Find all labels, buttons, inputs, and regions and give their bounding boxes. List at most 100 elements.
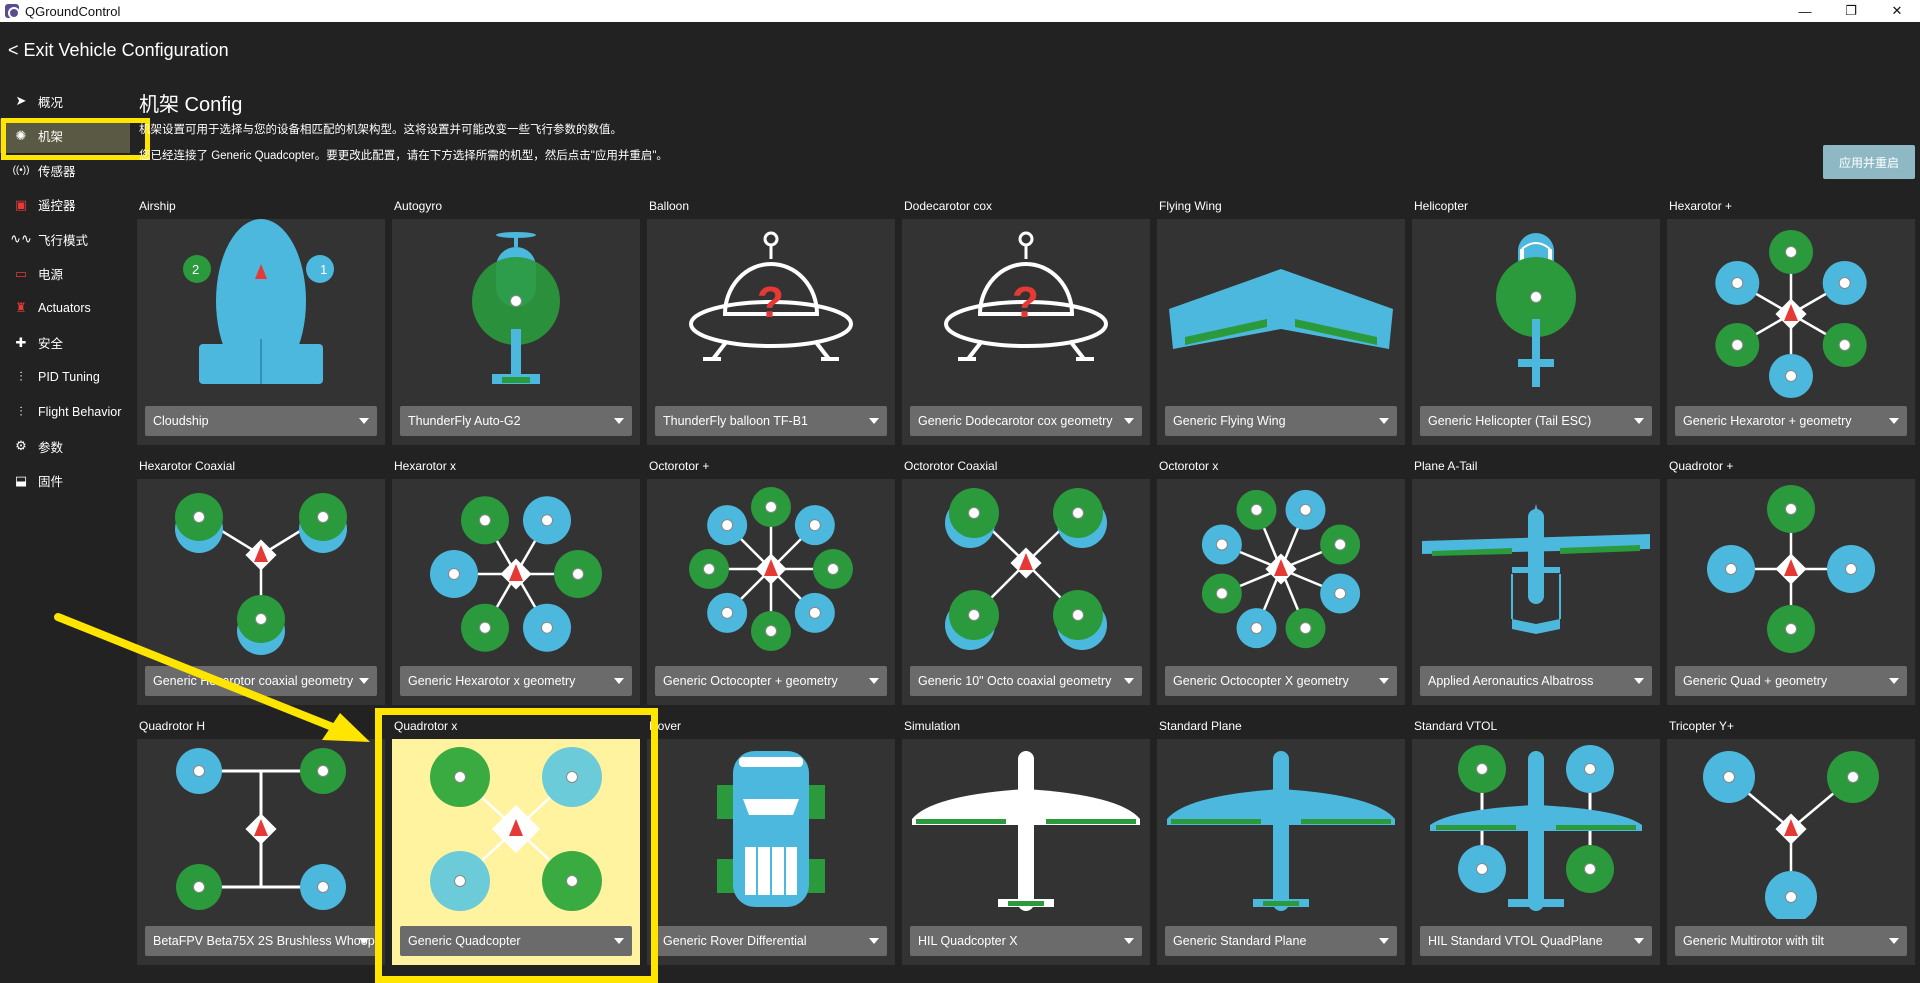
- airframe-type-label: Quadrotor +: [1669, 459, 1734, 473]
- airframe-model-dropdown[interactable]: Generic Quadcopter: [400, 926, 632, 956]
- flight-mode-icon: ∿∿: [10, 231, 32, 247]
- airframe-image-box[interactable]: Generic Quad + geometry: [1667, 479, 1915, 705]
- dropdown-value: Generic Quadcopter: [408, 934, 521, 948]
- airframe-type-label: Helicopter: [1414, 199, 1469, 213]
- airframe-image-box[interactable]: Generic Rover Differential: [647, 739, 895, 965]
- sidebar-item-label: 机架: [38, 130, 64, 145]
- sidebar-item-label: 概况: [38, 95, 64, 110]
- sidebar-item-5[interactable]: ▭ 电源: [0, 257, 130, 292]
- chevron-down-icon: [1634, 678, 1644, 684]
- chevron-down-icon: [1124, 938, 1134, 944]
- airframe-model-dropdown[interactable]: Generic 10" Octo coaxial geometry: [910, 666, 1142, 696]
- airframe-model-dropdown[interactable]: Applied Aeronautics Albatross: [1420, 666, 1652, 696]
- airframe-image-box[interactable]: Generic Octocopter X geometry: [1157, 479, 1405, 705]
- airframe-image-box[interactable]: Generic Standard Plane: [1157, 739, 1405, 965]
- description-text: 机架设置可用于选择与您的设备相匹配的机架构型。这将设置并可能改变一些飞行参数的数…: [139, 124, 622, 136]
- airframe-model-dropdown[interactable]: ThunderFly balloon TF-B1: [655, 406, 887, 436]
- apply-and-restart-button[interactable]: 应用并重启: [1823, 145, 1915, 179]
- airframe-model-dropdown[interactable]: Generic Multirotor with tilt: [1675, 926, 1907, 956]
- airframe-image-box[interactable]: HIL Quadcopter X: [902, 739, 1150, 965]
- airframe-model-dropdown[interactable]: HIL Quadcopter X: [910, 926, 1142, 956]
- airframe-model-dropdown[interactable]: Generic Flying Wing: [1165, 406, 1397, 436]
- airframe-model-dropdown[interactable]: Generic Octocopter + geometry: [655, 666, 887, 696]
- airframe-model-dropdown[interactable]: Generic Helicopter (Tail ESC): [1420, 406, 1652, 436]
- sidebar-item-9[interactable]: ⫶ Flight Behavior: [0, 395, 130, 430]
- sidebar-item-0[interactable]: ➤ 概况: [0, 84, 130, 119]
- sensor-icon: ((•)): [12, 164, 30, 176]
- sidebar-item-11[interactable]: ⬓ 固件: [0, 464, 130, 499]
- airframe-image-box[interactable]: Applied Aeronautics Albatross: [1412, 479, 1660, 705]
- chevron-down-icon: [1889, 418, 1899, 424]
- maximize-button[interactable]: ❐: [1828, 0, 1874, 22]
- airframe-image-box[interactable]: Generic Hexarotor x geometry: [392, 479, 640, 705]
- dropdown-value: Generic Octocopter + geometry: [663, 674, 838, 688]
- airframe-model-dropdown[interactable]: Generic Hexarotor coaxial geometry: [145, 666, 377, 696]
- sidebar-item-3[interactable]: ▣ 遥控器: [0, 188, 130, 223]
- battery-icon: ▭: [14, 265, 28, 281]
- airframe-model-dropdown[interactable]: Generic Quad + geometry: [1675, 666, 1907, 696]
- minimize-button[interactable]: —: [1782, 0, 1828, 22]
- sidebar-item-4[interactable]: ∿∿ 飞行模式: [0, 222, 130, 257]
- airframe-diagram: [1496, 233, 1576, 387]
- sidebar-item-10[interactable]: ⚙ 参数: [0, 429, 130, 464]
- airframe-image-box[interactable]: ? ThunderFly balloon TF-B1: [647, 219, 895, 445]
- chevron-down-icon: [869, 938, 879, 944]
- airframe-model-dropdown[interactable]: Generic Hexarotor + geometry: [1675, 406, 1907, 436]
- airframe-type-label: Hexarotor +: [1669, 199, 1733, 213]
- airframe-model-dropdown[interactable]: BetaFPV Beta75X 2S Brushless Whoop: [145, 926, 377, 956]
- close-button[interactable]: ✕: [1874, 0, 1920, 22]
- chevron-down-icon: [1379, 938, 1389, 944]
- airframe-type-label: Standard VTOL: [1414, 719, 1498, 733]
- airframe-model-dropdown[interactable]: ThunderFly Auto-G2: [400, 406, 632, 436]
- sidebar-item-label: 飞行模式: [38, 233, 89, 248]
- airframe-image-box[interactable]: Generic Flying Wing: [1157, 219, 1405, 445]
- airframe-image-box[interactable]: Generic Octocopter + geometry: [647, 479, 895, 705]
- airframe-image-box[interactable]: 2 1 Cloudship: [137, 219, 385, 445]
- sidebar-item-label: Flight Behavior: [38, 404, 122, 419]
- airframe-image-box[interactable]: ThunderFly Auto-G2: [392, 219, 640, 445]
- dropdown-value: Generic 10" Octo coaxial geometry: [918, 674, 1112, 688]
- dropdown-value: Generic Dodecarotor cox geometry: [918, 414, 1113, 428]
- sidebar-item-7[interactable]: ✚ 安全: [0, 326, 130, 361]
- airframe-image-box[interactable]: Generic Hexarotor coaxial geometry: [137, 479, 385, 705]
- airframe-model-dropdown[interactable]: Generic Dodecarotor cox geometry: [910, 406, 1142, 436]
- airframe-image-box[interactable]: Generic 10" Octo coaxial geometry: [902, 479, 1150, 705]
- dropdown-value: HIL Standard VTOL QuadPlane: [1428, 934, 1603, 948]
- airframe-model-dropdown[interactable]: Generic Rover Differential: [655, 926, 887, 956]
- chevron-down-icon: [1124, 418, 1134, 424]
- airframe-diagram: [1201, 489, 1361, 649]
- airframe-image-box[interactable]: BetaFPV Beta75X 2S Brushless Whoop: [137, 739, 385, 965]
- airframe-image-box[interactable]: ? Generic Dodecarotor cox geometry: [902, 219, 1150, 445]
- sidebar-item-label: 传感器: [38, 164, 76, 179]
- airframe-model-dropdown[interactable]: Generic Hexarotor x geometry: [400, 666, 632, 696]
- airframe-image-box[interactable]: Generic Hexarotor + geometry: [1667, 219, 1915, 445]
- airframe-diagram: [1715, 230, 1867, 398]
- airframe-diagram: [1422, 504, 1650, 634]
- airframe-config-panel: 机架 Config 机架设置可用于选择与您的设备相匹配的机架构型。这将设置并可能…: [137, 84, 1920, 983]
- airframe-image-box[interactable]: HIL Standard VTOL QuadPlane: [1412, 739, 1660, 965]
- sidebar-item-8[interactable]: ⫶ PID Tuning: [0, 360, 130, 395]
- airframe-diagram: [717, 751, 825, 907]
- airframe-diagram: [430, 747, 602, 911]
- connected-airframe-text: 您已经连接了 Generic Quadcopter。要更改此配置，请在下方选择所…: [139, 150, 668, 162]
- airframe-model-dropdown[interactable]: Cloudship: [145, 406, 377, 436]
- airframe-diagram: [1703, 751, 1879, 919]
- airframe-model-dropdown[interactable]: HIL Standard VTOL QuadPlane: [1420, 926, 1652, 956]
- airframe-model-dropdown[interactable]: Generic Standard Plane: [1165, 926, 1397, 956]
- dropdown-value: Generic Quad + geometry: [1683, 674, 1828, 688]
- dropdown-value: HIL Quadcopter X: [918, 934, 1018, 948]
- airframe-image-box[interactable]: Generic Helicopter (Tail ESC): [1412, 219, 1660, 445]
- airframe-image-box[interactable]: Generic Multirotor with tilt: [1667, 739, 1915, 965]
- sidebar-item-1[interactable]: ✺ 机架: [0, 118, 130, 153]
- window-titlebar: QGroundControl — ❐ ✕: [0, 0, 1920, 22]
- sidebar-item-6[interactable]: ♜ Actuators: [0, 291, 130, 326]
- airframe-diagram: [176, 748, 346, 910]
- airframe-image-box[interactable]: Generic Quadcopter: [392, 739, 640, 965]
- airframe-type-label: Octorotor +: [649, 459, 710, 473]
- chevron-down-icon: [614, 418, 624, 424]
- airframe-model-dropdown[interactable]: Generic Octocopter X geometry: [1165, 666, 1397, 696]
- exit-vehicle-config-button[interactable]: < Exit Vehicle Configuration: [8, 40, 229, 61]
- dropdown-value: ThunderFly Auto-G2: [408, 414, 521, 428]
- dropdown-value: Applied Aeronautics Albatross: [1428, 674, 1594, 688]
- sidebar-item-2[interactable]: ((•)) 传感器: [0, 153, 130, 188]
